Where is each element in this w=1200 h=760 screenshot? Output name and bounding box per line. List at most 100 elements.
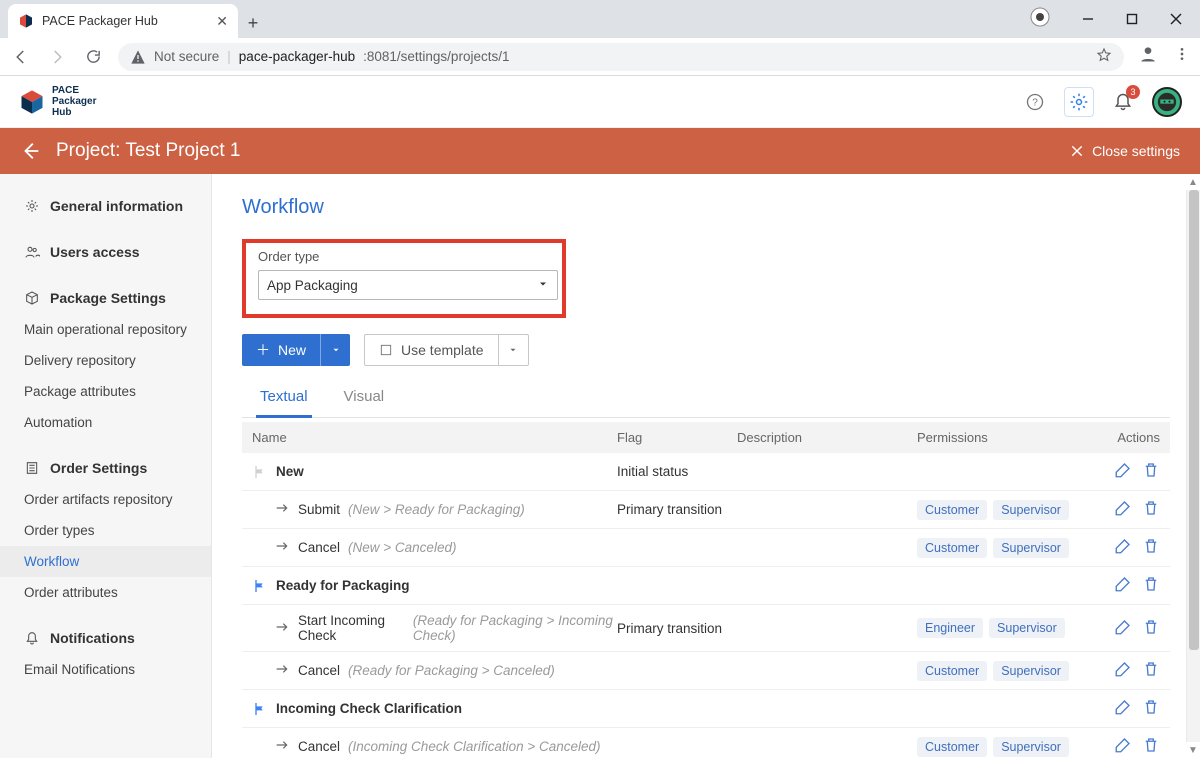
sidebar-label: Notifications [50,630,135,646]
sidebar-item-email-notif[interactable]: Email Notifications [0,654,211,685]
permission-pill[interactable]: Supervisor [993,737,1069,757]
status-name: Ready for Packaging [276,578,410,593]
order-type-select[interactable]: App Packaging [258,270,558,300]
edit-button[interactable] [1114,660,1132,681]
profile-icon[interactable] [1138,44,1158,69]
permission-pill[interactable]: Customer [917,500,987,520]
permission-pill[interactable]: Customer [917,737,987,757]
status-name: New [276,464,304,479]
sidebar-item-delivery-repo[interactable]: Delivery repository [0,345,211,376]
close-tab-icon[interactable]: ✕ [216,13,228,30]
avatar[interactable] [1152,87,1182,117]
new-button[interactable]: ＋ New [242,334,350,366]
transition-name: Start Incoming Check [298,613,405,643]
sidebar-item-pkg-attrs[interactable]: Package attributes [0,376,211,407]
back-button[interactable] [10,46,32,68]
help-button[interactable]: ? [1020,87,1050,117]
permission-pill[interactable]: Supervisor [993,538,1069,558]
scrollbar[interactable]: ▲ ▼ [1186,174,1200,758]
table-row: NewInitial status [242,453,1170,491]
plus-icon: ＋ [256,340,270,360]
sidebar-item-order-types[interactable]: Order types [0,515,211,546]
th-perm: Permissions [917,430,1090,445]
scroll-down-icon[interactable]: ▼ [1186,742,1200,758]
kebab-menu-icon[interactable] [1174,46,1190,67]
table-row: Incoming Check Clarification [242,690,1170,728]
url-field[interactable]: Not secure | pace-packager-hub:8081/sett… [118,43,1124,71]
sidebar-item-main-repo[interactable]: Main operational repository [0,314,211,345]
delete-button[interactable] [1142,618,1160,639]
permission-pill[interactable]: Supervisor [989,618,1065,638]
sidebar-item-order-artifacts[interactable]: Order artifacts repository [0,484,211,515]
back-to-projects-icon[interactable] [20,140,42,162]
logo-text-2: Packager [52,96,96,107]
transition-name: Cancel [298,739,340,754]
minimize-icon[interactable] [1082,13,1094,25]
app-logo[interactable]: PACEPackagerHub [18,85,96,118]
edit-button[interactable] [1114,461,1132,482]
th-name: Name [252,430,617,445]
permission-pill[interactable]: Supervisor [993,500,1069,520]
star-icon[interactable] [1096,47,1112,66]
delete-button[interactable] [1142,698,1160,719]
delete-button[interactable] [1142,660,1160,681]
table-row: Cancel (Ready for Packaging > Canceled)C… [242,652,1170,690]
edit-button[interactable] [1114,736,1132,757]
sidebar-item-users[interactable]: Users access [0,236,211,268]
delete-button[interactable] [1142,499,1160,520]
permission-pill[interactable]: Customer [917,538,987,558]
not-secure-icon [130,49,146,65]
edit-button[interactable] [1114,698,1132,719]
logo-cube-icon [18,88,46,116]
tab-visual[interactable]: Visual [340,380,389,417]
forward-button[interactable] [46,46,68,68]
transition-name: Cancel [298,663,340,678]
delete-button[interactable] [1142,575,1160,596]
edit-button[interactable] [1114,537,1132,558]
row-flag: Primary transition [617,621,737,636]
new-button-dropdown[interactable] [320,334,350,366]
sidebar-heading-notif[interactable]: Notifications [0,622,211,654]
delete-button[interactable] [1142,461,1160,482]
close-settings-label: Close settings [1092,143,1180,159]
sidebar-item-general[interactable]: General information [0,190,211,222]
permission-pill[interactable]: Customer [917,661,987,681]
use-template-button[interactable]: Use template [364,334,528,366]
permission-pill[interactable]: Supervisor [993,661,1069,681]
browser-tab[interactable]: PACE Packager Hub ✕ [8,4,238,38]
table-row: Ready for Packaging [242,567,1170,605]
sidebar-item-workflow[interactable]: Workflow [0,546,211,577]
new-tab-button[interactable]: + [238,8,268,38]
delete-button[interactable] [1142,537,1160,558]
arrow-right-icon [274,737,290,753]
sidebar-heading-package[interactable]: Package Settings [0,282,211,314]
chevron-down-icon [537,278,549,293]
settings-button[interactable] [1064,87,1094,117]
logo-text-1: PACE [52,85,96,96]
use-template-dropdown[interactable] [498,335,528,365]
maximize-icon[interactable] [1126,13,1138,25]
scroll-thumb[interactable] [1189,190,1199,650]
scroll-up-icon[interactable]: ▲ [1186,174,1200,190]
close-settings-button[interactable]: Close settings [1070,143,1180,159]
new-button-label: New [278,342,306,358]
edit-button[interactable] [1114,575,1132,596]
delete-button[interactable] [1142,736,1160,757]
sidebar-heading-order[interactable]: Order Settings [0,452,211,484]
edit-button[interactable] [1114,618,1132,639]
sidebar-item-automation[interactable]: Automation [0,407,211,438]
sidebar-item-order-attrs[interactable]: Order attributes [0,577,211,608]
permission-pill[interactable]: Engineer [917,618,983,638]
reload-button[interactable] [82,46,104,68]
chrome-account-dot-icon[interactable] [1030,14,1050,31]
edit-button[interactable] [1114,499,1132,520]
close-window-icon[interactable] [1170,13,1182,25]
logo-text-3: Hub [52,107,96,118]
notifications-button[interactable]: 3 [1108,87,1138,117]
flag-icon [252,701,268,717]
tab-textual[interactable]: Textual [256,380,312,418]
order-type-label: Order type [258,249,550,264]
avatar-ninja-icon [1157,92,1177,112]
arrow-right-icon [274,661,290,677]
arrow-right-icon [274,538,290,554]
